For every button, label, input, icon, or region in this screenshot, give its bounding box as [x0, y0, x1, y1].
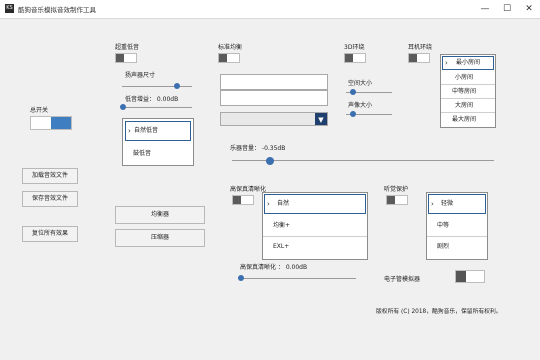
sound-image-thumb[interactable] — [350, 111, 356, 117]
room-option-smallest[interactable]: › 最小房间 — [442, 56, 494, 70]
hifi-slider-thumb[interactable] — [238, 275, 244, 281]
hifi-mode-list[interactable]: › 自然 均衡+ EXL+ — [262, 192, 368, 260]
load-effect-button[interactable]: 加载音效文件 — [22, 168, 78, 184]
room-size-list[interactable]: › 最小房间 小房间 中等房间 大房间 最大房间 — [440, 54, 496, 128]
hifi-option-balanced[interactable]: 均衡+ — [263, 216, 367, 237]
speaker-size-thumb[interactable] — [174, 83, 180, 89]
master-switch-label: 总开关 — [30, 107, 49, 114]
speaker-size-slider[interactable] — [122, 86, 192, 87]
hifi-title: 高保真清晰化 — [230, 186, 267, 193]
room-option-small[interactable]: 小房间 — [441, 71, 495, 85]
hearing-level-list[interactable]: › 轻微 中等 剧烈 — [426, 192, 488, 260]
minimize-button[interactable]: — — [474, 0, 496, 18]
hifi-option-label: 自然 — [277, 200, 290, 207]
save-effect-button[interactable]: 保存音效文件 — [22, 191, 78, 207]
bass-toggle[interactable] — [115, 53, 137, 63]
bass-gain-label: 低音增益： 0.00dB — [125, 96, 179, 103]
bass-gain-thumb[interactable] — [120, 104, 126, 110]
window-title: 酷狗音乐模拟音效制作工具 — [18, 6, 96, 14]
toggle-knob — [116, 54, 124, 62]
space-size-label: 空间大小 — [348, 80, 373, 87]
hifi-slider[interactable] — [238, 278, 356, 279]
tube-simulator-toggle[interactable] — [455, 270, 485, 283]
room-option-large[interactable]: 大房间 — [441, 99, 495, 113]
bass-option-natural[interactable]: › 自然低音 — [125, 121, 191, 141]
hifi-option-label: EXL+ — [273, 243, 290, 250]
hearing-protection-title: 听觉保护 — [384, 186, 409, 193]
hearing-option-label: 剧烈 — [437, 243, 450, 250]
bass-option-label: 自然低音 — [134, 127, 159, 134]
toggle-knob — [409, 54, 417, 62]
bass-mode-list[interactable]: › 自然低音 鼓低音 — [122, 118, 194, 166]
standard-eq-field-2[interactable] — [220, 90, 328, 106]
reset-all-button[interactable]: 复位所有效果 — [22, 226, 78, 242]
toggle-knob — [456, 271, 466, 282]
hifi-option-label: 均衡+ — [273, 222, 291, 229]
compressor-button[interactable]: 压缩器 — [115, 229, 205, 247]
bass-title: 超重低音 — [115, 44, 140, 51]
room-option-label: 中等房间 — [452, 88, 477, 95]
room-option-label: 最大房间 — [452, 116, 477, 123]
room-option-largest[interactable]: 最大房间 — [441, 113, 495, 127]
headphone-title: 耳机环绕 — [408, 44, 433, 51]
hearing-option-label: 轻微 — [441, 200, 454, 207]
instrument-volume-thumb[interactable] — [266, 157, 274, 165]
hearing-option-severe[interactable]: 剧烈 — [427, 237, 487, 258]
standard-eq-title: 标准均衡 — [218, 44, 243, 51]
standard-eq-field-1[interactable] — [220, 74, 328, 90]
master-switch-toggle[interactable] — [30, 116, 72, 130]
room-option-label: 最小房间 — [456, 59, 481, 66]
surround-3d-toggle[interactable] — [344, 53, 366, 63]
toggle-knob — [387, 196, 395, 204]
hearing-option-light[interactable]: › 轻微 — [428, 194, 486, 214]
space-size-thumb[interactable] — [350, 89, 356, 95]
copyright-text: 版权所有 (C) 2018，酷狗音乐，保留所有权利。 — [376, 309, 502, 315]
hifi-slider-label: 高保真清晰化 ： 0.00dB — [240, 264, 308, 271]
tube-simulator-label: 电子管模拟器 — [384, 276, 421, 283]
hifi-toggle[interactable] — [232, 195, 254, 205]
speaker-size-label: 扬声器尺寸 — [125, 72, 156, 79]
room-option-medium[interactable]: 中等房间 — [441, 85, 495, 99]
toggle-knob — [345, 54, 353, 62]
bass-option-drum[interactable]: 鼓低音 — [123, 145, 193, 165]
close-button[interactable]: ✕ — [518, 0, 540, 18]
maximize-button[interactable]: ☐ — [496, 0, 518, 18]
headphone-toggle[interactable] — [408, 53, 430, 63]
toggle-knob — [219, 54, 227, 62]
toggle-knob — [51, 117, 71, 129]
standard-eq-combo[interactable]: ▼ — [220, 112, 328, 126]
bass-option-label: 鼓低音 — [133, 150, 152, 157]
app-icon: KS — [5, 4, 14, 13]
equalizer-button[interactable]: 均衡器 — [115, 206, 205, 224]
instrument-volume-label: 乐器音量： -0.35dB — [230, 145, 286, 152]
sound-image-label: 声像大小 — [348, 102, 373, 109]
hearing-option-medium[interactable]: 中等 — [427, 216, 487, 237]
room-option-label: 大房间 — [455, 102, 474, 109]
chevron-down-icon[interactable]: ▼ — [315, 113, 327, 125]
bass-gain-slider[interactable] — [122, 107, 192, 108]
room-option-label: 小房间 — [455, 74, 474, 81]
hearing-protection-toggle[interactable] — [386, 195, 408, 205]
surround-3d-title: 3D环绕 — [344, 44, 365, 51]
hifi-option-natural[interactable]: › 自然 — [264, 194, 366, 214]
toggle-knob — [233, 196, 241, 204]
hearing-option-label: 中等 — [437, 222, 450, 229]
hifi-option-exl[interactable]: EXL+ — [263, 237, 367, 258]
standard-eq-toggle[interactable] — [218, 53, 240, 63]
